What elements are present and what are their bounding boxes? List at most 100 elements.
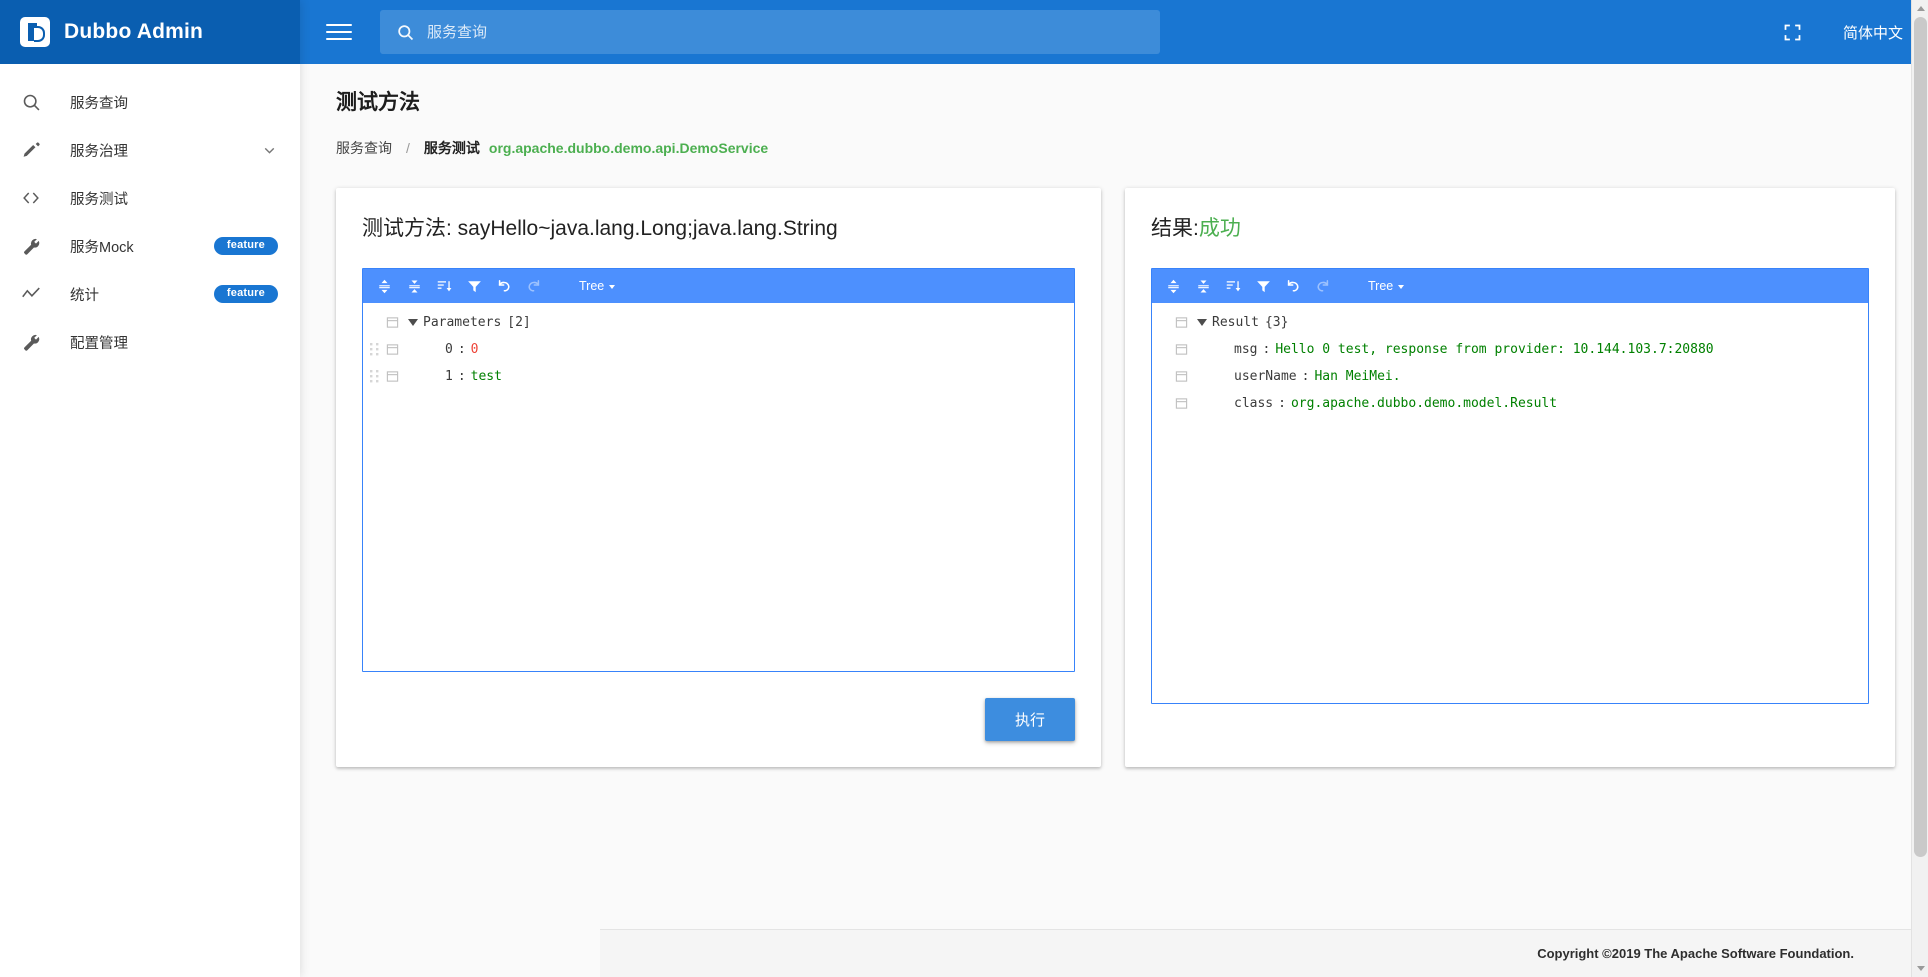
app-root: Dubbo Admin 服务查询 服务治理 服务测试 服务Mock featur… xyxy=(0,0,1928,977)
editor-mode-label: Tree xyxy=(1368,279,1394,293)
drag-handle-icon[interactable] xyxy=(367,343,381,356)
code-brackets-icon xyxy=(14,187,48,209)
chevron-down-icon xyxy=(1398,285,1405,289)
breadcrumb-root[interactable]: 服务查询 xyxy=(336,138,392,158)
sort-icon[interactable] xyxy=(1220,273,1246,299)
test-method-card: 测试方法: sayHello~java.lang.Long;java.lang.… xyxy=(336,188,1101,767)
json-value[interactable]: 0 xyxy=(471,342,479,357)
json-tree-row[interactable]: class : org.apache.dubbo.demo.model.Resu… xyxy=(1152,390,1868,417)
sidebar-item-label: 服务测试 xyxy=(70,191,128,208)
filter-icon[interactable] xyxy=(461,273,487,299)
json-colon: : xyxy=(457,342,466,357)
editor-mode-dropdown[interactable]: Tree xyxy=(573,276,621,296)
json-key[interactable]: msg xyxy=(1234,342,1257,357)
page-scrollbar[interactable] xyxy=(1911,0,1928,977)
json-tree-row[interactable]: 0 : 0 xyxy=(363,336,1074,363)
sidebar-item-config-management[interactable]: 配置管理 xyxy=(0,318,300,366)
result-status: 成功 xyxy=(1198,217,1241,240)
brand-header[interactable]: Dubbo Admin xyxy=(0,0,300,64)
field-icon[interactable] xyxy=(1170,316,1192,329)
pencil-icon xyxy=(14,140,48,161)
execute-button[interactable]: 执行 xyxy=(984,698,1075,741)
json-tree-row[interactable]: Result {3} xyxy=(1152,309,1868,336)
page-title: 测试方法 xyxy=(336,91,420,114)
json-value[interactable]: test xyxy=(471,369,502,384)
drag-handle-icon[interactable] xyxy=(367,370,381,383)
field-icon[interactable] xyxy=(381,370,403,383)
main-area: 简体中文 测试方法 服务查询 / 服务测试 org.apache.dubbo.d… xyxy=(300,0,1928,977)
field-icon[interactable] xyxy=(1170,343,1192,356)
footer: Copyright ©2019 The Apache Software Foun… xyxy=(600,929,1914,977)
json-value[interactable]: Hello 0 test, response from provider: 10… xyxy=(1275,342,1713,357)
scroll-down-arrow-icon[interactable] xyxy=(1912,960,1928,977)
json-key[interactable]: 0 xyxy=(445,342,453,357)
editor-mode-dropdown[interactable]: Tree xyxy=(1362,276,1410,296)
json-value[interactable]: org.apache.dubbo.demo.model.Result xyxy=(1291,396,1557,411)
json-key[interactable]: class xyxy=(1234,396,1273,411)
json-tree-row[interactable]: 1 : test xyxy=(363,363,1074,390)
sidebar-item-service-mock[interactable]: 服务Mock feature xyxy=(0,222,300,270)
breadcrumb-service-name: org.apache.dubbo.demo.api.DemoService xyxy=(488,140,769,156)
fullscreen-icon[interactable] xyxy=(1782,22,1803,43)
expand-toggle-icon[interactable] xyxy=(403,319,423,326)
expand-toggle-icon[interactable] xyxy=(1192,319,1212,326)
sidebar-item-service-query[interactable]: 服务查询 xyxy=(0,78,300,126)
json-key[interactable]: 1 xyxy=(445,369,453,384)
sort-icon[interactable] xyxy=(431,273,457,299)
top-bar: 简体中文 xyxy=(300,0,1928,64)
json-tree-row[interactable]: msg : Hello 0 test, response from provid… xyxy=(1152,336,1868,363)
result-json-editor[interactable]: Tree Result {3} msg: Hello 0 test, resp… xyxy=(1151,268,1869,704)
redo-icon[interactable] xyxy=(521,273,547,299)
json-count: {3} xyxy=(1264,315,1289,330)
json-tree-row[interactable]: Parameters [2] xyxy=(363,309,1074,336)
undo-icon[interactable] xyxy=(1280,273,1306,299)
sidebar-item-service-governance[interactable]: 服务治理 xyxy=(0,126,300,174)
json-editor-toolbar: Tree xyxy=(1152,269,1868,303)
page-header: 测试方法 服务查询 / 服务测试 org.apache.dubbo.demo.a… xyxy=(300,64,1928,158)
topbar-actions: 简体中文 xyxy=(1782,22,1903,43)
brand-title: Dubbo Admin xyxy=(64,20,204,43)
hamburger-icon[interactable] xyxy=(322,15,356,49)
copyright-text: Copyright ©2019 The Apache Software Foun… xyxy=(1537,946,1854,961)
field-icon[interactable] xyxy=(1170,397,1192,410)
language-switch[interactable]: 简体中文 xyxy=(1843,22,1903,43)
page-content: 测试方法 服务查询 / 服务测试 org.apache.dubbo.demo.a… xyxy=(300,64,1928,977)
field-icon[interactable] xyxy=(1170,370,1192,383)
chevron-down-icon xyxy=(609,285,616,289)
json-tree-row[interactable]: userName : Han MeiMei. xyxy=(1152,363,1868,390)
scrollbar-thumb[interactable] xyxy=(1914,17,1927,857)
feature-badge: feature xyxy=(213,285,278,303)
sidebar-item-label: 服务Mock xyxy=(70,239,134,256)
chevron-down-icon[interactable] xyxy=(261,142,278,159)
sidebar-item-label: 服务治理 xyxy=(70,143,128,160)
sidebar-item-label: 配置管理 xyxy=(70,335,128,352)
expand-all-icon[interactable] xyxy=(1160,273,1186,299)
json-editor-toolbar: Tree xyxy=(363,269,1074,303)
result-title-prefix: 结果: xyxy=(1151,217,1199,240)
sidebar-item-statistics[interactable]: 统计 feature xyxy=(0,270,300,318)
sidebar-item-service-test[interactable]: 服务测试 xyxy=(0,174,300,222)
scroll-up-arrow-icon[interactable] xyxy=(1912,0,1928,17)
parameters-json-editor[interactable]: Tree Parameters [2] 0: 0 1: test xyxy=(362,268,1075,672)
search-input[interactable] xyxy=(427,23,1144,41)
json-key[interactable]: userName xyxy=(1234,369,1297,384)
json-value[interactable]: Han MeiMei. xyxy=(1314,369,1400,384)
parameters-tree[interactable]: Parameters [2] 0: 0 1: test xyxy=(363,303,1074,671)
search-box[interactable] xyxy=(380,10,1160,54)
result-card: 结果:成功 Tree Result {3} msg: Hello 0 test… xyxy=(1125,188,1895,767)
breadcrumb-current[interactable]: 服务测试 xyxy=(424,138,480,158)
redo-icon[interactable] xyxy=(1310,273,1336,299)
collapse-all-icon[interactable] xyxy=(1190,273,1216,299)
collapse-all-icon[interactable] xyxy=(401,273,427,299)
filter-icon[interactable] xyxy=(1250,273,1276,299)
json-key: Parameters xyxy=(423,315,502,330)
sidebar-item-label: 统计 xyxy=(70,287,99,304)
json-key: Result xyxy=(1212,315,1259,330)
feature-badge: feature xyxy=(213,237,278,255)
expand-all-icon[interactable] xyxy=(371,273,397,299)
undo-icon[interactable] xyxy=(491,273,517,299)
field-icon[interactable] xyxy=(381,316,403,329)
field-icon[interactable] xyxy=(381,343,403,356)
json-count: [2] xyxy=(507,315,531,330)
result-tree[interactable]: Result {3} msg: Hello 0 test, response … xyxy=(1152,303,1868,703)
